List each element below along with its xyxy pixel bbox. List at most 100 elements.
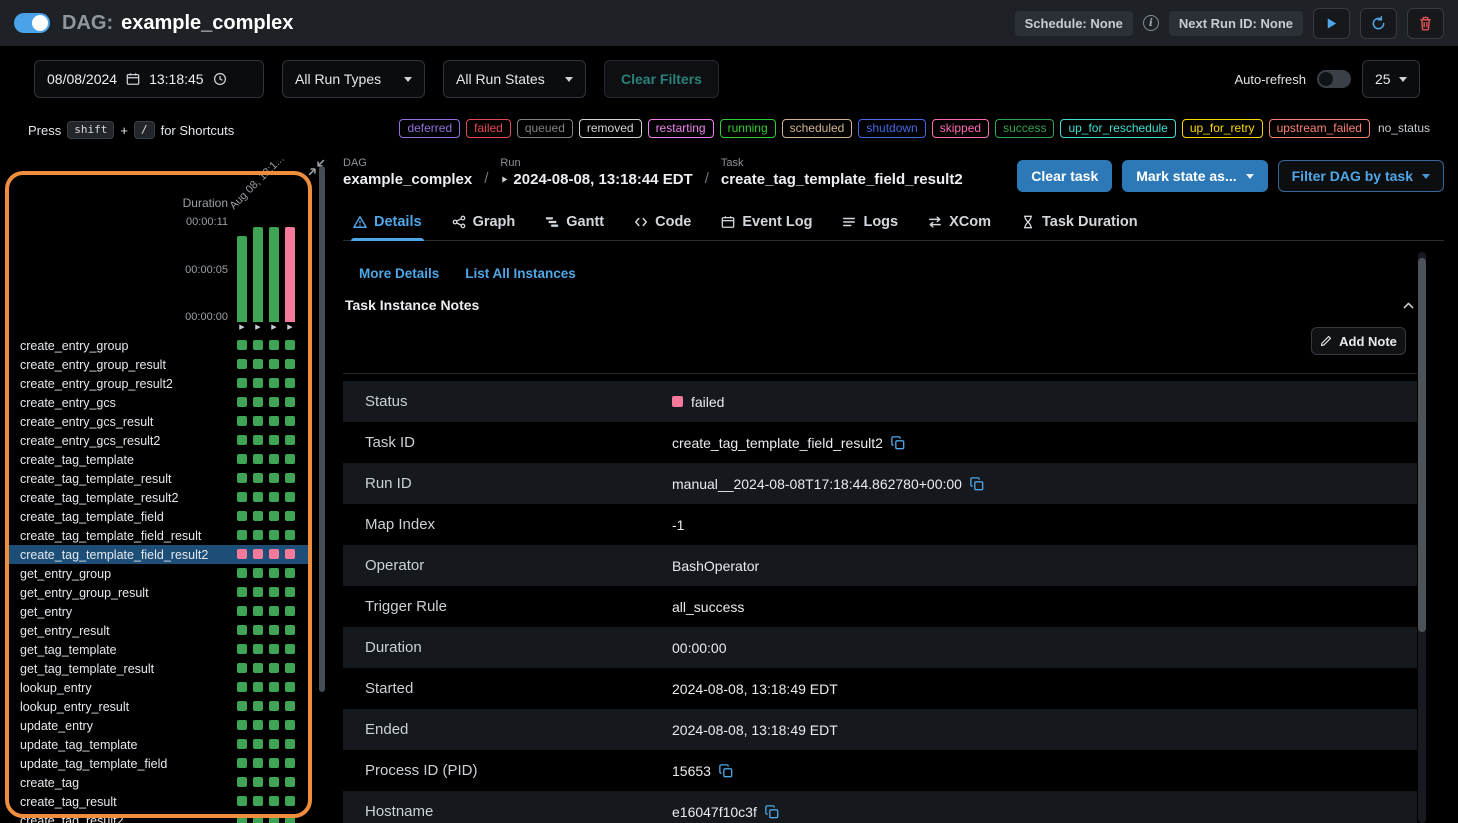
task-row-get-entry-result[interactable]: get_entry_result	[8, 621, 312, 640]
task-instance-square[interactable]	[285, 663, 295, 673]
tab-graph[interactable]: Graph	[452, 204, 516, 240]
run-states-select[interactable]: All Run States	[443, 60, 586, 98]
chevron-up-icon[interactable]	[1402, 299, 1415, 312]
task-instance-square[interactable]	[237, 492, 247, 502]
task-row-get-tag-template-result[interactable]: get_tag_template_result	[8, 659, 312, 678]
crumb-run-value[interactable]: 2024-08-08, 13:18:44 EDT	[500, 171, 692, 188]
grid-scrollbar-thumb[interactable]	[319, 166, 325, 692]
task-row-create-tag-template[interactable]: create_tag_template	[8, 450, 312, 469]
run-types-select[interactable]: All Run Types	[282, 60, 425, 98]
task-row-create-entry-group-result[interactable]: create_entry_group_result	[8, 355, 312, 374]
task-instance-square[interactable]	[285, 815, 295, 823]
task-row-create-tag-template-result2[interactable]: create_tag_template_result2	[8, 488, 312, 507]
run-duration-bar-2[interactable]	[253, 227, 263, 322]
trigger-dag-button[interactable]	[1313, 8, 1350, 39]
task-instance-square[interactable]	[237, 625, 247, 635]
copy-icon[interactable]	[719, 764, 733, 778]
task-row-get-tag-template[interactable]: get_tag_template	[8, 640, 312, 659]
list-all-instances-link[interactable]: List All Instances	[465, 266, 576, 281]
task-row-create-tag-template-field-result[interactable]: create_tag_template_field_result	[8, 526, 312, 545]
task-instance-square[interactable]	[237, 530, 247, 540]
more-details-link[interactable]: More Details	[359, 266, 439, 281]
task-instance-square[interactable]	[285, 606, 295, 616]
copy-icon[interactable]	[970, 477, 984, 491]
base-date-input[interactable]: 08/08/2024 13:18:45	[34, 60, 264, 98]
reparse-dag-button[interactable]	[1360, 8, 1397, 39]
task-instance-square[interactable]	[285, 796, 295, 806]
task-instance-square[interactable]	[237, 701, 247, 711]
task-instance-square[interactable]	[253, 340, 263, 350]
tab-logs[interactable]: Logs	[842, 204, 898, 240]
task-instance-square[interactable]	[269, 720, 279, 730]
tab-event-log[interactable]: Event Log	[721, 204, 812, 240]
clear-task-button[interactable]: Clear task	[1017, 160, 1112, 192]
task-instance-square[interactable]	[253, 777, 263, 787]
task-row-lookup-entry[interactable]: lookup_entry	[8, 678, 312, 697]
task-instance-square[interactable]	[253, 758, 263, 768]
tab-xcom[interactable]: XCom	[928, 204, 991, 240]
task-instance-square[interactable]	[285, 416, 295, 426]
task-instance-square[interactable]	[269, 758, 279, 768]
run-duration-bar-3[interactable]	[269, 227, 279, 322]
task-row-get-entry-group[interactable]: get_entry_group	[8, 564, 312, 583]
tab-details[interactable]: Details	[353, 204, 422, 240]
task-instance-square[interactable]	[285, 682, 295, 692]
task-instance-square[interactable]	[269, 663, 279, 673]
mark-state-button[interactable]: Mark state as...	[1122, 160, 1267, 192]
task-instance-square[interactable]	[237, 587, 247, 597]
task-row-create-entry-group-result2[interactable]: create_entry_group_result2	[8, 374, 312, 393]
task-instance-square[interactable]	[253, 530, 263, 540]
task-instance-square[interactable]	[269, 606, 279, 616]
legend-badge-deferred[interactable]: deferred	[399, 119, 460, 138]
copy-icon[interactable]	[891, 436, 905, 450]
copy-icon[interactable]	[765, 805, 779, 819]
info-icon[interactable]: i	[1143, 15, 1159, 31]
task-instance-square[interactable]	[253, 682, 263, 692]
task-instance-square[interactable]	[269, 739, 279, 749]
task-instance-square[interactable]	[253, 378, 263, 388]
task-row-create-entry-gcs-result[interactable]: create_entry_gcs_result	[8, 412, 312, 431]
task-instance-square[interactable]	[285, 340, 295, 350]
tab-task-duration[interactable]: Task Duration	[1021, 204, 1138, 240]
task-instance-square[interactable]	[253, 511, 263, 521]
crumb-task-value[interactable]: create_tag_template_field_result2	[721, 171, 963, 188]
task-instance-square[interactable]	[269, 587, 279, 597]
run-select-triangle-3[interactable]: ▶	[269, 323, 279, 333]
task-instance-square[interactable]	[253, 815, 263, 823]
task-row-create-tag-template-field-result2[interactable]: create_tag_template_field_result2	[8, 545, 312, 564]
task-instance-square[interactable]	[253, 663, 263, 673]
page-size-select[interactable]: 25	[1362, 60, 1420, 98]
run-select-triangle-2[interactable]: ▶	[253, 323, 263, 333]
task-instance-square[interactable]	[269, 359, 279, 369]
task-row-update-entry[interactable]: update_entry	[8, 716, 312, 735]
add-note-button[interactable]: Add Note	[1311, 327, 1406, 355]
task-instance-square[interactable]	[269, 492, 279, 502]
task-instance-square[interactable]	[237, 644, 247, 654]
task-instance-square[interactable]	[285, 378, 295, 388]
task-instance-square[interactable]	[253, 473, 263, 483]
task-instance-square[interactable]	[285, 549, 295, 559]
task-row-update-tag-template-field[interactable]: update_tag_template_field	[8, 754, 312, 773]
legend-badge-up-for-reschedule[interactable]: up_for_reschedule	[1060, 119, 1175, 138]
task-instance-square[interactable]	[285, 511, 295, 521]
legend-badge-success[interactable]: success	[995, 119, 1054, 138]
task-instance-square[interactable]	[269, 416, 279, 426]
task-instance-square[interactable]	[285, 644, 295, 654]
tab-code[interactable]: Code	[634, 204, 691, 240]
task-instance-square[interactable]	[269, 682, 279, 692]
legend-badge-failed[interactable]: failed	[466, 119, 511, 138]
legend-badge-shutdown[interactable]: shutdown	[858, 119, 925, 138]
task-instance-square[interactable]	[237, 359, 247, 369]
legend-badge-scheduled[interactable]: scheduled	[782, 119, 853, 138]
task-instance-square[interactable]	[269, 454, 279, 464]
task-instance-square[interactable]	[253, 701, 263, 711]
tab-gantt[interactable]: Gantt	[545, 204, 604, 240]
task-instance-square[interactable]	[253, 720, 263, 730]
legend-badge-removed[interactable]: removed	[579, 119, 642, 138]
task-instance-square[interactable]	[253, 492, 263, 502]
task-instance-square[interactable]	[253, 568, 263, 578]
task-instance-square[interactable]	[285, 435, 295, 445]
task-instance-square[interactable]	[253, 454, 263, 464]
run-select-triangle-4[interactable]: ▶	[285, 323, 295, 333]
task-row-create-entry-gcs[interactable]: create_entry_gcs	[8, 393, 312, 412]
